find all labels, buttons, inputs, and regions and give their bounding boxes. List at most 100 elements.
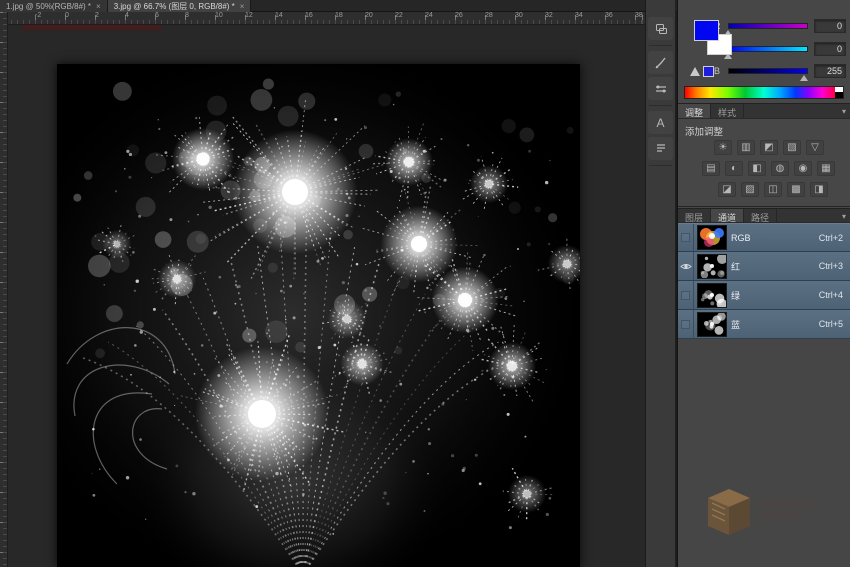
ruler-number: -2 [35,12,42,19]
visibility-toggle[interactable] [678,252,694,280]
add-adjustment-heading: 添加调整 [685,127,724,138]
green-slider-track[interactable] [728,46,808,52]
ruler-number: 24 [425,12,433,19]
levels-icon[interactable]: ▥ [737,140,755,155]
green-slider-row: G 0 [678,42,850,60]
red-value-field[interactable]: 0 [814,19,846,33]
tab-adjustments[interactable]: 调整 [678,104,712,118]
adjustment-icons-row-2: ▤ ◐ ◧ ◍ ◉ ▦ [702,161,835,176]
horizontal-ruler: -2 0 2 4 6 8 10 12 14 16 18 20 22 24 26 28 30 32 34 36 38 [8,12,645,25]
visibility-toggle[interactable] [678,310,694,338]
ruler-number: 16 [305,12,313,19]
panel-menu-icon[interactable]: ▾ [842,209,850,222]
ruler-number: 6 [155,12,159,19]
selective-color-icon[interactable]: ◨ [810,182,828,197]
document-canvas[interactable] [57,64,580,567]
threshold-icon[interactable]: ◫ [764,182,782,197]
character-a-glyph: A [656,115,665,130]
blue-value-field[interactable]: 255 [814,64,846,78]
channel-row-red[interactable]: 红 Ctrl+3 [678,252,850,281]
ruler-number: 8 [185,12,189,19]
blue-slider-thumb[interactable] [800,75,808,81]
tab-paths[interactable]: 路径 [744,209,778,223]
channels-tabbar: 图层 通道 路径 ▾ [678,208,850,223]
black-white-icon[interactable]: ◧ [748,161,766,176]
channel-thumbnail [697,311,727,337]
brightness-contrast-icon[interactable]: ☀ [714,140,732,155]
panel-dock-strip: A [645,0,676,567]
channel-row-blue[interactable]: 蓝 Ctrl+5 [678,310,850,339]
channel-name: 红 [731,261,741,272]
adjustment-icons-row-3: ◪ ▨ ◫ ▩ ◨ [718,182,828,197]
visibility-toggle[interactable] [678,281,694,309]
vibrance-icon[interactable]: ▽ [806,140,824,155]
channel-name: RGB [731,232,751,243]
channel-name: 蓝 [731,319,741,330]
foreground-color-swatch[interactable] [694,20,719,41]
document-tab-1[interactable]: 1.jpg @ 50%(RGB/8#) * × [0,0,108,12]
brush-presets-panel-icon[interactable] [648,77,673,100]
watermark-text-smudge [758,513,802,520]
document-tab-label: 3.jpg @ 66.7% (图层 0, RGB/8#) * [113,1,235,11]
ruler-number: 30 [515,12,523,19]
channel-mixer-icon[interactable]: ◉ [794,161,812,176]
black-swatch[interactable] [835,92,843,98]
photo-filter-icon[interactable]: ◍ [771,161,789,176]
ruler-number: 34 [575,12,583,19]
ruler-number: 32 [545,12,553,19]
color-balance-icon[interactable]: ◐ [725,161,743,176]
workspace [8,25,645,567]
channel-row-green[interactable]: 绿 Ctrl+4 [678,281,850,310]
blue-slider-row: B 255 [678,64,850,82]
exposure-icon[interactable]: ▧ [783,140,801,155]
fireworks-image [57,64,580,567]
tab-styles[interactable]: 样式 [711,104,745,118]
paragraph-panel-icon[interactable] [648,137,673,160]
ruler-number: 36 [605,12,613,19]
ruler-number: 2 [95,12,99,19]
channel-shortcut: Ctrl+4 [818,290,843,300]
hue-saturation-icon[interactable]: ▤ [702,161,720,176]
curves-icon[interactable]: ◩ [760,140,778,155]
tab-layers[interactable]: 图层 [678,209,712,223]
green-value-field[interactable]: 0 [814,42,846,56]
ruler-number: 4 [125,12,129,19]
character-panel-icon[interactable]: A [648,111,673,134]
document-tab-label: 1.jpg @ 50%(RGB/8#) * [6,1,92,11]
adjustment-icons-row-1: ☀ ▥ ◩ ▧ ▽ [714,140,824,155]
posterize-icon[interactable]: ▨ [741,182,759,197]
channel-row-rgb[interactable]: RGB Ctrl+2 [678,223,850,252]
gamut-warning-icon[interactable] [690,67,700,76]
visibility-empty-box [681,319,690,329]
ruler-number: 12 [245,12,253,19]
gamut-color-swatch[interactable] [703,66,714,77]
photoshop-window: 1.jpg @ 50%(RGB/8#) * × 3.jpg @ 66.7% (图… [0,0,850,567]
channel-thumbnail [697,253,727,279]
gradient-map-icon[interactable]: ▩ [787,182,805,197]
close-icon[interactable]: × [240,2,245,11]
invert-icon[interactable]: ◪ [718,182,736,197]
dock-separator [649,165,672,166]
dock-separator [649,105,672,106]
right-panel-column: R 0 G 0 B 255 [677,0,850,567]
clone-source-panel-icon[interactable] [648,17,673,40]
brush-panel-icon[interactable] [648,51,673,74]
channel-list: RGB Ctrl+2 红 Ctrl+3 绿 Ctrl+4 蓝 Ctrl+5 [678,223,850,339]
color-lookup-icon[interactable]: ▦ [817,161,835,176]
ruler-number: 26 [455,12,463,19]
color-panel: R 0 G 0 B 255 [678,11,850,103]
ruler-number: 38 [635,12,643,19]
red-annotation-smear [22,25,162,30]
panel-menu-icon[interactable]: ▾ [842,104,850,118]
adjustments-tabbar: 调整 样式 ▾ [678,103,850,119]
color-spectrum-ramp[interactable] [684,86,844,99]
red-slider-track[interactable] [728,23,808,29]
channel-shortcut: Ctrl+2 [818,232,843,243]
watermark-text-smudge [758,499,816,508]
visibility-empty-box [681,233,690,242]
close-icon[interactable]: × [96,2,101,11]
document-tab-3[interactable]: 3.jpg @ 66.7% (图层 0, RGB/8#) * × [107,0,252,12]
tab-channels[interactable]: 通道 [711,209,745,223]
visibility-toggle[interactable] [678,224,694,251]
blue-slider-track[interactable] [728,68,808,74]
